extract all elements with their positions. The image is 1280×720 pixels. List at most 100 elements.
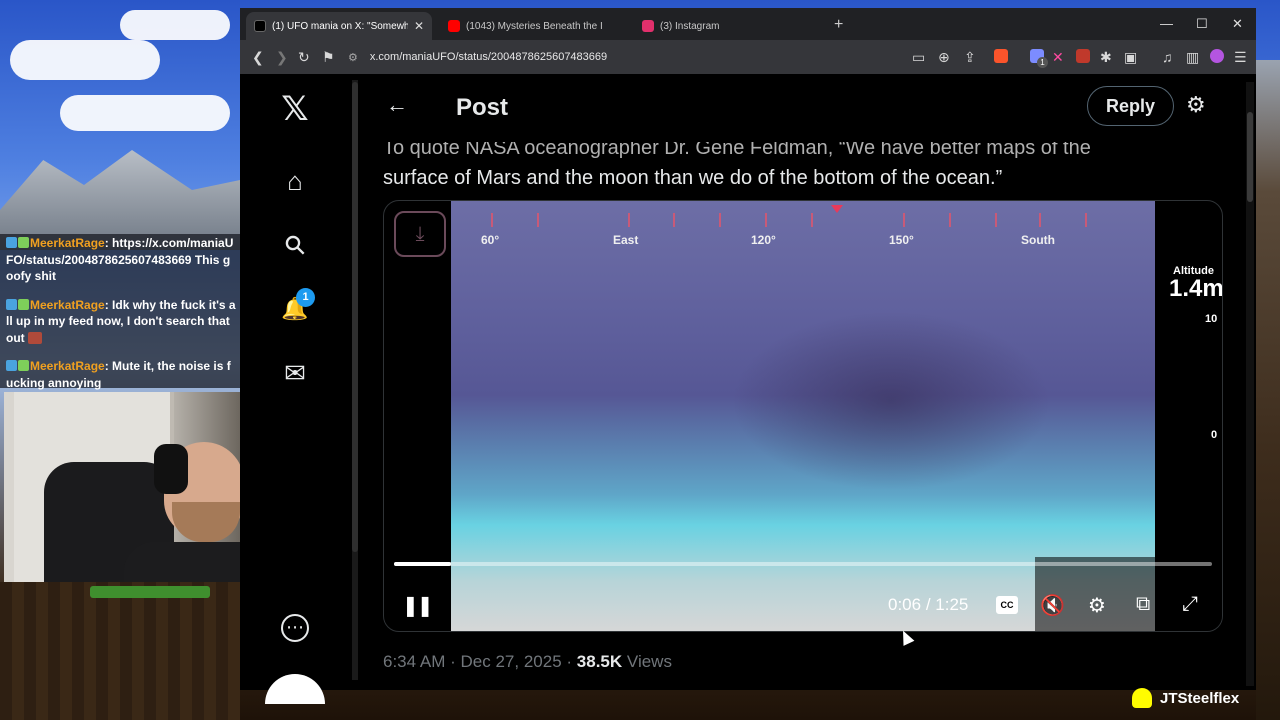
more-icon[interactable]: ⋯ [281,614,309,642]
compass-tick [765,213,767,227]
tab-title: (3) Instagram [660,20,720,32]
back-arrow-icon[interactable]: ← [386,92,408,118]
account-avatar[interactable] [265,674,325,704]
page-scrollbar-thumb[interactable] [1247,112,1253,202]
webcam-person-beard [172,502,240,542]
tweet-date[interactable]: Dec 27, 2025 [461,652,562,671]
sidebar-icon[interactable]: ▥ [1186,49,1199,66]
badge-icon [18,298,29,310]
profile-icon[interactable] [1210,49,1224,63]
extension-icon[interactable] [1076,49,1090,63]
mute-icon[interactable]: 🔇 [1040,593,1065,618]
new-tab-button[interactable]: + [834,16,843,34]
x-page: 𝕏 ⌂ ⚲ 🔔 1 ✉ ⋯ To quote NASA oceanographe… [240,74,1256,704]
captions-icon[interactable]: CC [996,596,1018,614]
video-progress-track[interactable] [394,562,1212,566]
compass-tick [811,213,813,227]
menu-icon[interactable]: ☰ [1234,49,1247,66]
tab-ufo-mania[interactable]: (1) UFO mania on X: "Somewhere ✕ [246,12,432,40]
game-right-edge [1256,60,1280,720]
back-icon[interactable]: ❮ [252,49,264,66]
bookmark-icon[interactable]: ⚑ [322,49,335,66]
filter-icon[interactable]: ⚙ [1186,92,1206,118]
maximize-button[interactable]: ☐ [1196,16,1208,32]
compass-tick [491,213,493,227]
chat-username: MeerkatRage [30,236,105,250]
page-title: Post [456,94,509,121]
tab-youtube[interactable]: (1043) Mysteries Beneath the Ice [440,12,626,40]
chat-message: MeerkatRage: Mute it, the noise is fucki… [6,359,231,390]
browser-toolbar: ❮ ❯ ↻ ⚑ ⚙ x.com/maniaUFO/status/20048786… [240,40,1256,74]
webcam-headset [154,444,188,494]
tweet-text-line: To quote NASA oceanographer Dr. Gene Fel… [383,137,1091,159]
compass-label: East [613,233,639,247]
wallet-icon[interactable]: ▣ [1124,49,1137,66]
minimize-button[interactable]: — [1160,16,1173,31]
game-ground [0,582,240,720]
tweet-meta: 6:34 AM · Dec 27, 2025 · 38.5K Views [383,652,672,672]
meta-separator: · [566,652,573,671]
altitude-scale-label: 10 [1205,313,1218,325]
compass-tick [1039,213,1041,227]
chat-message: MeerkatRage: Idk why the fuck it's all u… [6,297,236,345]
duration: 1:25 [935,595,969,614]
tweet-time[interactable]: 6:34 AM [383,652,445,671]
video-progress-fill[interactable] [394,562,452,566]
video-player[interactable]: 60° East 120° 150° South Altitude 1.4m 1… [383,200,1223,632]
settings-gear-icon[interactable]: ⚙ [1088,593,1106,618]
x-favicon-icon [254,20,266,32]
download-icon[interactable]: ⤓ [394,211,446,257]
compass-label: 150° [889,233,914,247]
pause-icon[interactable]: ❚❚ [402,593,433,618]
instagram-favicon-icon [642,20,654,32]
game-grass [90,586,210,598]
share-icon[interactable]: ⇪ [964,49,976,66]
compass-tick [1085,213,1087,227]
altitude-value: 1.4m [1169,275,1223,302]
altitude-scale-label: 0 [1211,429,1218,441]
extension-badge: 1 [1037,57,1048,68]
current-time: 0:06 [888,595,922,614]
pip-icon[interactable]: ⧉ [1136,593,1150,616]
badge-icon [6,237,17,248]
x-extension-icon[interactable]: ✕ [1052,49,1064,66]
brave-shield-icon[interactable] [994,49,1008,63]
compass-tick [673,213,675,227]
tweet-text: To quote NASA oceanographer Dr. Gene Fel… [383,132,1203,194]
url-text[interactable]: x.com/maniaUFO/status/200487862560748366… [370,51,607,63]
reply-button[interactable]: Reply [1087,86,1175,126]
tab-instagram[interactable]: (3) Instagram [634,12,820,40]
media-icon[interactable]: ♫ [1162,49,1173,65]
video-dark-shape [731,311,1051,491]
cast-icon[interactable]: ▭ [912,49,925,66]
compass-label: 120° [751,233,776,247]
fullscreen-icon[interactable]: ⤢ [1182,593,1198,616]
x-logo-icon[interactable]: 𝕏 [278,92,312,126]
close-window-button[interactable]: ✕ [1232,16,1243,32]
nav-scrollbar-thumb[interactable] [352,82,358,552]
address-bar[interactable]: ⚙ x.com/maniaUFO/status/2004878625607483… [344,45,804,69]
zoom-icon[interactable]: ⊕ [938,49,950,66]
chat-message: MeerkatRage: https://x.com/maniaUFO/stat… [6,236,234,283]
compass-tick [903,213,905,227]
compass-tick [949,213,951,227]
mail-icon[interactable]: ✉ [278,356,312,390]
badge-icon [18,360,29,371]
extensions-puzzle-icon[interactable]: ✱ [1100,49,1112,66]
browser-window: (1) UFO mania on X: "Somewhere ✕ (1043) … [240,8,1256,704]
search-icon[interactable]: ⚲ [271,221,319,269]
cloud [10,40,160,80]
reload-icon[interactable]: ↻ [298,49,310,66]
views-count: 38.5K [576,652,623,671]
stream-chat: MeerkatRage: https://x.com/maniaUFO/stat… [0,234,240,390]
close-icon[interactable]: ✕ [414,19,424,33]
site-info-icon[interactable]: ⚙ [348,51,358,64]
home-icon[interactable]: ⌂ [278,164,312,198]
badge-icon [18,237,29,248]
forward-icon[interactable]: ❯ [276,49,288,66]
compass-heading-marker [831,205,843,213]
youtube-favicon-icon [448,20,460,32]
compass-tick [628,213,630,227]
tab-title: (1) UFO mania on X: "Somewhere [272,20,408,32]
views-label: Views [626,652,672,671]
